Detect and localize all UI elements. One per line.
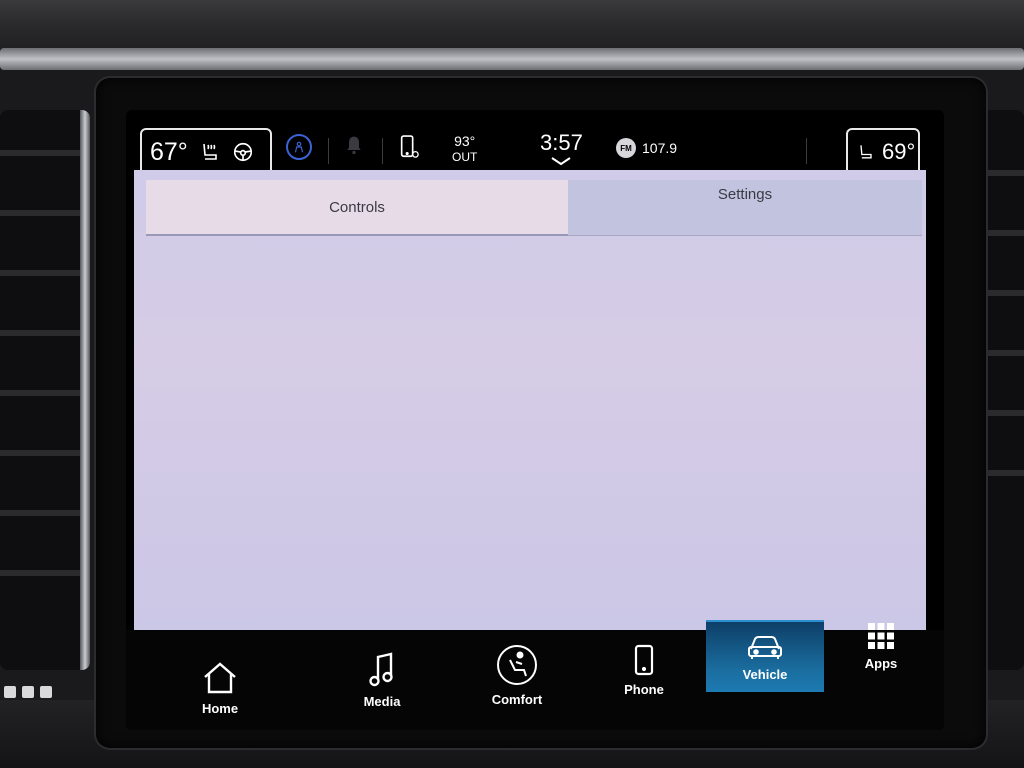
infotainment-screen: 67° 93° OUT 3:57 FM 107.9 69° Controls S… xyxy=(126,110,944,730)
fm-badge: FM xyxy=(616,138,636,158)
chrome-trim xyxy=(0,48,1024,70)
nav-vehicle[interactable]: Vehicle xyxy=(706,620,824,692)
clock[interactable]: 3:57 xyxy=(540,130,583,166)
heated-steering-wheel-icon xyxy=(232,141,254,163)
home-icon xyxy=(204,661,236,693)
tab-settings[interactable]: Settings xyxy=(568,180,922,236)
hazard-indicator-lights xyxy=(4,686,52,698)
driver-climate-button[interactable]: 67° xyxy=(140,128,272,176)
tab-bar: Controls Settings xyxy=(146,180,922,236)
car-icon xyxy=(748,635,782,659)
notification-bell-icon[interactable] xyxy=(344,134,364,156)
heated-seat-icon xyxy=(198,140,222,164)
bottom-navigation: Home Media Comfort Phone Vehicle Apps xyxy=(126,620,944,730)
left-air-vent xyxy=(0,110,90,670)
nav-comfort-label: Comfort xyxy=(491,691,543,707)
phone-projection-icon[interactable] xyxy=(398,134,420,162)
driver-temp: 67° xyxy=(150,137,188,166)
nav-vehicle-label: Vehicle xyxy=(742,666,788,682)
nav-comfort[interactable]: Comfort xyxy=(458,630,576,730)
nav-apps-label: Apps xyxy=(864,655,898,671)
apps-grid-icon xyxy=(868,622,894,649)
chevron-down-icon xyxy=(551,157,571,166)
nav-phone[interactable]: Phone xyxy=(584,630,704,730)
tab-controls[interactable]: Controls xyxy=(146,180,568,236)
nav-apps[interactable]: Apps xyxy=(822,610,940,682)
clock-time: 3:57 xyxy=(540,130,583,155)
music-note-icon xyxy=(369,651,393,686)
nav-phone-label: Phone xyxy=(624,681,664,697)
radio-station[interactable]: FM 107.9 xyxy=(616,138,677,158)
phone-icon xyxy=(634,644,654,675)
radio-frequency: 107.9 xyxy=(642,140,678,156)
driver-assist-icon[interactable] xyxy=(286,134,312,160)
status-bar: 67° 93° OUT 3:57 FM 107.9 69° xyxy=(126,110,944,178)
nav-home-label: Home xyxy=(201,700,239,716)
climate-seat-icon xyxy=(497,644,537,685)
outside-temperature: 93° OUT xyxy=(452,133,478,164)
nav-media[interactable]: Media xyxy=(322,630,442,730)
passenger-climate-button[interactable]: 69° xyxy=(846,128,920,176)
passenger-seat-icon xyxy=(856,141,876,163)
passenger-temp: 69° xyxy=(882,139,916,164)
nav-home[interactable]: Home xyxy=(160,630,280,730)
vehicle-content-area: Controls Settings xyxy=(134,170,926,630)
nav-media-label: Media xyxy=(363,693,401,709)
